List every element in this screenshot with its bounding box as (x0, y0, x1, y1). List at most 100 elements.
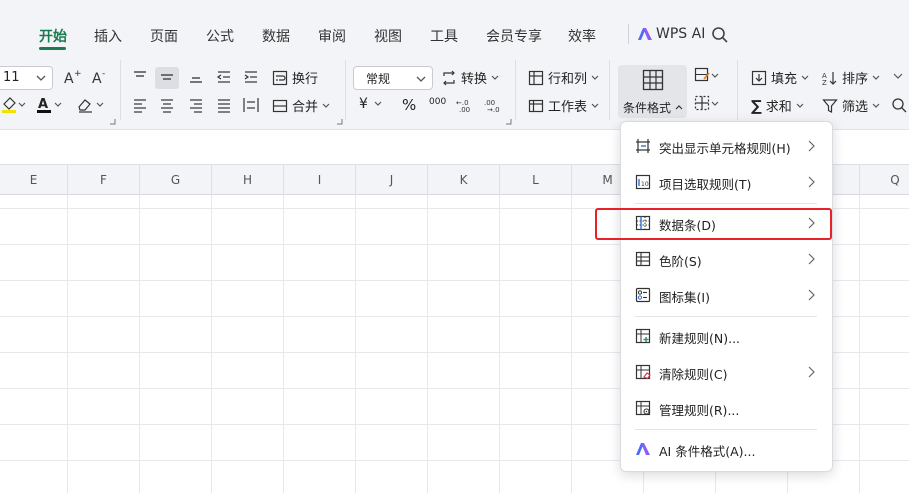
font-dialog-launcher-icon[interactable] (109, 118, 116, 125)
search-icon[interactable] (711, 26, 729, 44)
active-tab-indicator (39, 47, 66, 50)
worksheet-button[interactable]: 工作表 (528, 96, 599, 115)
column-header-g[interactable]: G (140, 165, 212, 195)
increase-indent-icon[interactable] (243, 69, 259, 85)
tab-member[interactable]: 会员专享 (486, 26, 542, 46)
chevron-down-icon (796, 103, 804, 108)
font-color-icon[interactable]: A (36, 96, 64, 114)
ribbon-divider (737, 60, 738, 120)
decrease-decimal-icon[interactable]: .00→.0 (484, 97, 502, 113)
menu-item-icon-set[interactable]: 图标集(I) (621, 280, 832, 310)
increase-font-icon[interactable]: A + (63, 68, 81, 86)
chevron-down-icon (416, 76, 426, 82)
chevron-right-icon (808, 176, 815, 188)
convert-button[interactable]: 转换 (441, 68, 499, 87)
chevron-right-icon (808, 140, 815, 152)
ribbon-divider (120, 60, 121, 120)
column-header-j[interactable]: J (356, 165, 428, 195)
merge-button[interactable]: 合并 (272, 96, 330, 115)
svg-text:-: - (102, 69, 105, 79)
font-size-select[interactable]: 11 (0, 66, 53, 90)
sum-button[interactable]: ∑ 求和 (751, 96, 804, 115)
currency-button[interactable]: ¥ (359, 96, 382, 112)
chevron-down-icon (491, 75, 499, 80)
percent-button[interactable]: % (402, 96, 416, 114)
decrease-font-icon[interactable]: A- (91, 68, 109, 86)
menu-item-manage-rules[interactable]: 管理规则(R)... (621, 393, 832, 423)
number-dialog-launcher-icon[interactable] (505, 118, 512, 125)
tab-review[interactable]: 审阅 (318, 26, 346, 46)
tab-home[interactable]: 开始 (39, 26, 67, 46)
align-bottom-icon[interactable] (188, 69, 204, 85)
column-header-l[interactable]: L (500, 165, 572, 195)
align-middle-icon[interactable] (159, 69, 175, 85)
number-format-select[interactable]: 常规 (353, 66, 433, 90)
number-format-value: 常规 (366, 72, 391, 86)
conditional-format-menu: 突出显示单元格规则(H) 10 项目选取规则(T) 数据条(D) 色阶(S) 图… (620, 121, 833, 472)
currency-symbol: ¥ (359, 96, 368, 112)
tab-tools[interactable]: 工具 (430, 26, 458, 46)
clear-rules-icon (635, 364, 651, 380)
column-header-e[interactable]: E (0, 165, 68, 195)
tab-data[interactable]: 数据 (262, 26, 290, 46)
chevron-right-icon (808, 253, 815, 265)
menu-item-label: AI 条件格式(A)... (659, 444, 756, 459)
border-icon[interactable] (694, 95, 720, 113)
tab-view[interactable]: 视图 (374, 26, 402, 46)
justify-icon[interactable] (216, 97, 232, 113)
menu-item-highlight-rules[interactable]: 突出显示单元格规则(H) (621, 131, 832, 161)
grid-line (211, 195, 212, 493)
column-header-f[interactable]: F (68, 165, 140, 195)
menu-item-new-rule[interactable]: 新建规则(N)... (621, 321, 832, 351)
sort-button[interactable]: AZ 排序 (822, 68, 880, 87)
tab-page[interactable]: 页面 (150, 26, 178, 46)
distributed-align-icon[interactable] (243, 97, 259, 113)
align-left-icon[interactable] (132, 97, 148, 113)
row-column-label: 行和列 (548, 72, 588, 87)
column-header-i[interactable]: I (284, 165, 356, 195)
decrease-indent-icon[interactable] (216, 69, 232, 85)
grid-line (571, 195, 572, 493)
column-header-k[interactable]: K (428, 165, 500, 195)
thousands-separator-button[interactable]: 000 (429, 97, 446, 107)
svg-text:A: A (64, 71, 74, 86)
menu-item-top-bottom-rules[interactable]: 10 项目选取规则(T) (621, 167, 832, 197)
menu-item-color-scale[interactable]: 色阶(S) (621, 244, 832, 274)
merge-cells-icon (272, 99, 288, 112)
chevron-right-icon (808, 366, 815, 378)
align-center-icon[interactable] (159, 97, 175, 113)
grid-line (283, 195, 284, 493)
top-bottom-rules-icon: 10 (635, 174, 651, 190)
filter-button[interactable]: 筛选 (822, 96, 880, 115)
conditional-format-button[interactable]: 条件格式 (618, 65, 687, 118)
ribbon-divider (515, 60, 516, 120)
find-icon[interactable] (891, 97, 909, 113)
clear-format-icon[interactable] (76, 96, 106, 114)
column-header-h[interactable]: H (212, 165, 284, 195)
menu-item-ai-conditional-format[interactable]: AI 条件格式(A)... (621, 434, 832, 464)
wps-ai-logo-icon[interactable] (637, 27, 653, 41)
menu-item-clear-rules[interactable]: 清除规则(C) (621, 357, 832, 387)
worksheet-icon (528, 99, 544, 112)
fill-color-icon[interactable] (2, 96, 28, 114)
align-top-icon[interactable] (132, 69, 148, 85)
tab-formula[interactable]: 公式 (206, 26, 234, 46)
more-chevron-icon[interactable] (892, 70, 904, 82)
alignment-dialog-launcher-icon[interactable] (336, 118, 343, 125)
row-column-button[interactable]: 行和列 (528, 68, 599, 87)
svg-text:A: A (92, 71, 102, 86)
increase-decimal-icon[interactable]: ←.0.00 (456, 97, 474, 113)
column-header-q[interactable]: Q (859, 165, 909, 195)
svg-text:10: 10 (641, 181, 649, 188)
sum-label: 求和 (765, 100, 792, 115)
fill-button[interactable]: 填充 (751, 68, 809, 87)
tab-insert[interactable]: 插入 (94, 26, 122, 46)
chevron-down-icon (872, 103, 880, 108)
wrap-text-button[interactable]: 换行 (272, 68, 318, 87)
wps-ai-label[interactable]: WPS AI (656, 26, 705, 42)
align-right-icon[interactable] (188, 97, 204, 113)
svg-text:A: A (38, 97, 48, 112)
merge-label: 合并 (292, 100, 319, 115)
tab-efficiency[interactable]: 效率 (568, 26, 596, 46)
cell-style-icon[interactable] (694, 67, 720, 85)
